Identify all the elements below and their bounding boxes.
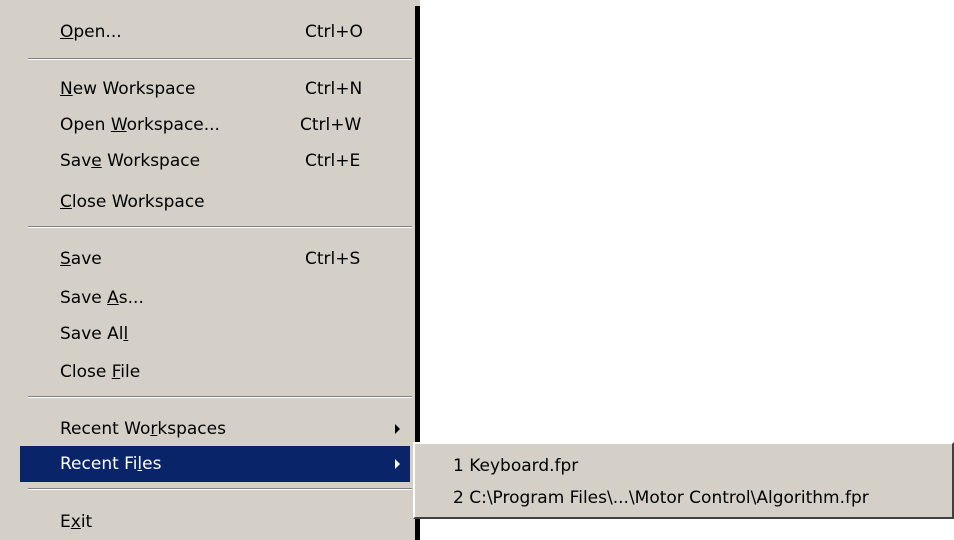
menu-item-save-all[interactable]: Save All [20,316,410,352]
menu-item-label: Exit [60,512,93,532]
menu-item-recent-workspaces[interactable]: Recent Workspaces [20,411,410,447]
menu-item-save[interactable]: Save Ctrl+S [20,241,410,277]
menu-item-shortcut: Ctrl+S [305,249,361,269]
menu-item-label: Close Workspace [60,192,205,212]
menu-item-close-file[interactable]: Close File [20,354,410,390]
menu-item-open[interactable]: Open... Ctrl+O [20,14,410,50]
menu-separator [28,488,412,490]
submenu-arrow-icon [395,459,400,469]
menu-item-label: Recent Files [60,454,162,474]
menu-item-shortcut: Ctrl+N [305,79,363,99]
screen: Open... Ctrl+O New Workspace Ctrl+N Open… [0,0,954,540]
menu-item-save-as[interactable]: Save As... [20,280,410,316]
recent-file-item-2[interactable]: 2 C:\Program Files\...\Motor Control\Alg… [453,481,869,515]
menu-item-label: New Workspace [60,79,196,99]
file-menu: Open... Ctrl+O New Workspace Ctrl+N Open… [0,0,415,540]
submenu-arrow-icon [395,424,400,434]
menu-separator [28,226,412,228]
menu-item-label: Close File [60,362,141,382]
menu-item-shortcut: Ctrl+W [300,115,362,135]
menu-item-label: Save [60,249,102,269]
menu-item-label: Open Workspace... [60,115,220,135]
menu-item-label: Save Workspace [60,151,201,171]
recent-file-item-1[interactable]: 1 Keyboard.fpr [453,449,578,483]
menu-item-exit[interactable]: Exit [20,504,410,540]
menu-item-label: Open... [60,22,122,42]
menu-separator [28,58,412,60]
menu-item-close-workspace[interactable]: Close Workspace [20,184,410,220]
menu-item-save-workspace[interactable]: Save Workspace Ctrl+E [20,143,410,179]
menu-item-shortcut: Ctrl+O [305,22,363,42]
menu-item-label: Recent Workspaces [60,419,226,439]
menu-item-label: Save All [60,324,129,344]
recent-files-submenu: 1 Keyboard.fpr 2 C:\Program Files\...\Mo… [413,442,954,519]
menu-item-open-workspace[interactable]: Open Workspace... Ctrl+W [20,107,410,143]
menu-item-new-workspace[interactable]: New Workspace Ctrl+N [20,71,410,107]
menu-item-recent-files[interactable]: Recent Files [20,446,410,482]
menu-item-shortcut: Ctrl+E [305,151,361,171]
menu-separator [28,396,412,398]
menu-item-label: Save As... [60,288,144,308]
menu-shadow-edge-top [415,0,420,6]
